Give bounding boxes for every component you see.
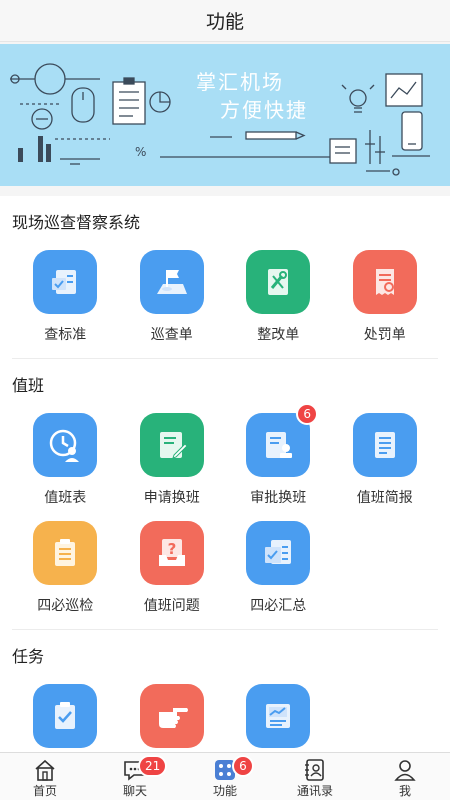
tools-icon	[246, 250, 311, 314]
function-label: 四必巡检	[37, 598, 94, 614]
banner-slogan-line1: 掌汇机场	[196, 70, 284, 94]
tab-label: 聊天	[122, 784, 147, 798]
section-inspection: 现场巡查督察系统 查标准 巡查单 整改单 处罚单	[0, 196, 450, 358]
function-item-duty-issues[interactable]: ? 值班问题	[119, 521, 226, 629]
stamp-document-icon: 6	[246, 403, 319, 477]
contacts-icon	[305, 759, 324, 781]
function-label: 查标准	[44, 327, 87, 343]
trend-chart-icon	[246, 684, 311, 748]
tab-label: 通讯录	[296, 784, 333, 798]
section-title: 值班	[12, 376, 45, 395]
tab-home[interactable]: 首页	[0, 753, 90, 800]
function-item-approve-shift-change[interactable]: 6 审批换班	[225, 403, 332, 521]
tab-label: 首页	[32, 784, 57, 798]
function-item-task-1[interactable]	[12, 684, 119, 752]
function-item-apply-shift-change[interactable]: 申请换班	[119, 413, 226, 521]
section-title: 任务	[12, 647, 45, 666]
function-label: 值班表	[44, 490, 87, 506]
bottom-tab-bar: 首页 聊天 21 功能 6 通讯录 我	[0, 752, 450, 800]
function-item-duty-briefing[interactable]: 值班简报	[332, 413, 439, 521]
function-item-check-standard[interactable]: 查标准	[12, 250, 119, 358]
function-label: 巡查单	[150, 327, 193, 343]
page-title: 功能	[205, 11, 244, 33]
function-label: 值班问题	[143, 598, 200, 614]
function-item-four-must-inspection[interactable]: 四必巡检	[12, 521, 119, 629]
function-label: 值班简报	[356, 490, 413, 506]
function-list[interactable]: 现场巡查督察系统 查标准 巡查单 整改单 处罚单 值班 值班表 申请换班 6 审…	[0, 196, 450, 752]
section-title: 现场巡查督察系统	[12, 213, 141, 232]
question-box-icon: ?	[139, 521, 204, 585]
banner[interactable]: % 掌汇机场 方便快捷	[0, 44, 450, 186]
function-item-duty-schedule[interactable]: 值班表	[12, 413, 119, 521]
function-item-task-2[interactable]	[119, 684, 226, 752]
tab-me[interactable]: 我	[360, 753, 450, 800]
clipboard-check-icon	[33, 684, 98, 748]
function-item-rectification-form[interactable]: 整改单	[225, 250, 332, 358]
function-label: 审批换班	[250, 490, 307, 506]
notification-badge: 6	[296, 403, 319, 425]
pointing-hand-icon	[139, 684, 204, 748]
tab-label: 功能	[212, 784, 237, 798]
edit-document-icon	[139, 413, 204, 477]
function-item-penalty-form[interactable]: 处罚单	[332, 250, 439, 358]
function-item-task-3[interactable]	[225, 684, 332, 752]
function-label: 四必汇总	[250, 598, 307, 614]
top-bar: 功能	[0, 0, 450, 42]
clipboard-list-icon	[33, 521, 98, 585]
functions-badge: 6	[232, 755, 254, 777]
svg-text:%: %	[135, 145, 146, 159]
section-duty: 值班 值班表 申请换班 6 审批换班 值班简报 四必巡检 ? 值班问题 四必汇总	[0, 359, 450, 629]
svg-text:?: ?	[167, 540, 176, 558]
banner-slogan-line2: 方便快捷	[220, 98, 308, 122]
function-label: 整改单	[257, 327, 300, 343]
user-icon	[394, 760, 416, 781]
tab-functions[interactable]: 功能 6	[180, 753, 270, 800]
function-item-four-must-summary[interactable]: 四必汇总	[225, 521, 332, 629]
section-tasks: 任务	[0, 630, 450, 752]
function-label: 申请换班	[143, 490, 200, 506]
tab-chat[interactable]: 聊天 21	[90, 753, 180, 800]
checklist-icon	[33, 250, 98, 314]
home-icon	[35, 759, 55, 781]
clock-person-icon	[33, 413, 98, 477]
flag-map-icon	[139, 250, 204, 314]
function-item-inspection-form[interactable]: 巡查单	[119, 250, 226, 358]
receipt-icon	[352, 250, 417, 314]
document-stack-icon	[246, 521, 311, 585]
function-label: 处罚单	[363, 327, 406, 343]
chat-unread-badge: 21	[138, 755, 168, 777]
report-icon	[352, 413, 417, 477]
tab-label: 我	[398, 784, 411, 798]
tab-contacts[interactable]: 通讯录	[270, 753, 360, 800]
